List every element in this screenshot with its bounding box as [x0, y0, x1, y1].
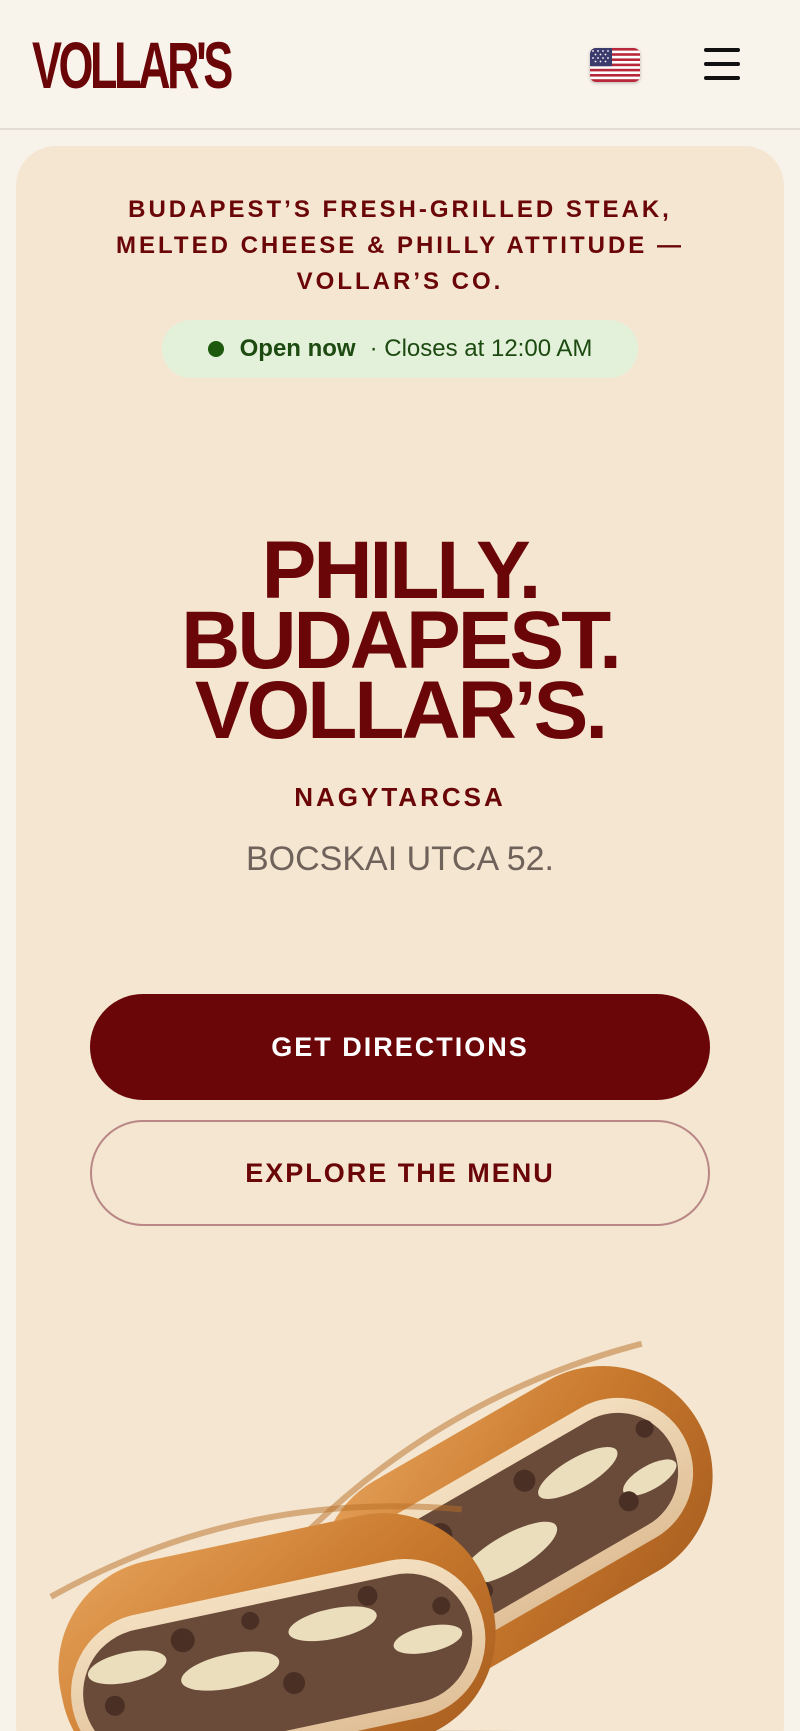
- status-dot-icon: [207, 341, 224, 357]
- hamburger-menu-icon: [704, 62, 740, 66]
- hero-headline: PHILLY. BUDAPEST. VOLLAR’S.: [16, 530, 784, 756]
- site-header: VOLLAR'S: [0, 0, 800, 130]
- explore-menu-button[interactable]: EXPLORE THE MENU: [90, 1120, 710, 1226]
- get-directions-button[interactable]: GET DIRECTIONS: [90, 994, 710, 1100]
- hamburger-menu-icon: [704, 76, 740, 80]
- hamburger-menu-button[interactable]: [700, 44, 744, 84]
- closing-time-label: · Closes at 12:00 AM: [369, 335, 593, 362]
- hero-tagline: BUDAPEST’S FRESH-GRILLED STEAK, MELTED C…: [116, 196, 684, 295]
- us-flag-icon: [590, 48, 640, 82]
- open-now-label: Open now: [239, 335, 356, 362]
- location-address: BOCSKAI UTCA 52.: [246, 840, 554, 878]
- location-city: NAGYTARCSA: [294, 782, 506, 812]
- hero-card: BUDAPEST’S FRESH-GRILLED STEAK, MELTED C…: [16, 146, 784, 1731]
- brand-logo[interactable]: VOLLAR'S: [32, 32, 233, 98]
- hamburger-menu-icon: [704, 48, 740, 52]
- open-status-badge: Open now · Closes at 12:00 AM: [162, 320, 638, 378]
- headline-line: VOLLAR’S.: [194, 665, 608, 756]
- language-switcher[interactable]: [590, 48, 640, 82]
- philly-cheesesteak-sandwich-image: [49, 1340, 713, 1731]
